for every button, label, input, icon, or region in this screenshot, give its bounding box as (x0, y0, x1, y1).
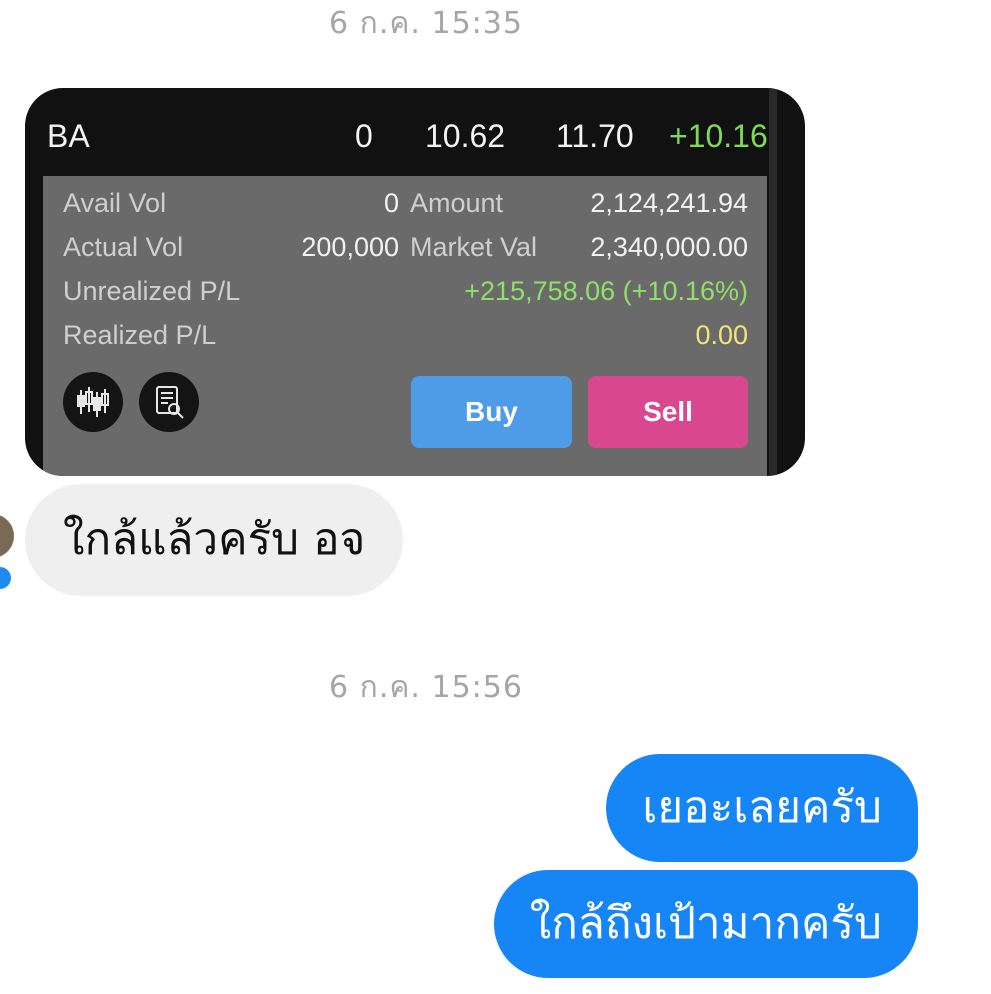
document-search-icon[interactable] (139, 372, 199, 432)
stock-symbol: BA (47, 118, 90, 154)
message-timestamp: 6 ก.ค. 15:35 (329, 6, 523, 41)
market-val-label: Market Val (410, 232, 538, 262)
detail-row: Avail Vol 0 Amount 2,124,241.94 (43, 184, 767, 224)
last-price: 11.70 (556, 118, 634, 154)
avail-vol-label: Avail Vol (63, 188, 167, 218)
actual-vol-label: Actual Vol (63, 232, 184, 262)
portfolio-header-row: BA 0 10.62 11.70 +10.16 (25, 88, 785, 176)
market-val-value: 2,340,000.00 (590, 232, 748, 262)
messenger-badge-icon (0, 564, 14, 592)
amount-value: 2,124,241.94 (590, 188, 748, 218)
realized-pl-label: Realized P/L (63, 320, 217, 350)
shared-trade-screenshot[interactable]: BA 0 10.62 11.70 +10.16 Avail Vol 0 Amou… (25, 88, 805, 476)
unrealized-pl-value: +215,758.06 (+10.16%) (464, 276, 748, 306)
actual-vol-value: 200,000 (301, 232, 399, 262)
amount-label: Amount (410, 188, 504, 218)
detail-row: Realized P/L 0.00 (43, 316, 767, 356)
outgoing-message-bubble[interactable]: ใกล้ถึงเป้ามากครับ (493, 870, 918, 978)
header-volume: 0 (355, 118, 373, 154)
incoming-message-bubble[interactable]: ใกล้แล้วครับ อจ (25, 484, 404, 596)
detail-row: Unrealized P/L +215,758.06 (+10.16%) (43, 272, 767, 312)
detail-row: Actual Vol 200,000 Market Val 2,340,000.… (43, 228, 767, 268)
sell-button[interactable]: Sell (588, 376, 748, 448)
avail-vol-value: 0 (383, 188, 399, 218)
average-cost: 10.62 (425, 118, 506, 154)
candlestick-chart-icon[interactable] (63, 372, 123, 432)
unrealized-pl-label: Unrealized P/L (63, 276, 241, 306)
message-timestamp: 6 ก.ค. 15:56 (329, 670, 523, 705)
outgoing-message-bubble[interactable]: เยอะเลยครับ (606, 754, 918, 862)
realized-pl-value: 0.00 (695, 320, 748, 350)
change-percent: +10.16 (669, 118, 768, 154)
avatar[interactable] (0, 514, 14, 558)
position-details-panel: Avail Vol 0 Amount 2,124,241.94 Actual V… (43, 176, 767, 476)
buy-button[interactable]: Buy (411, 376, 572, 448)
